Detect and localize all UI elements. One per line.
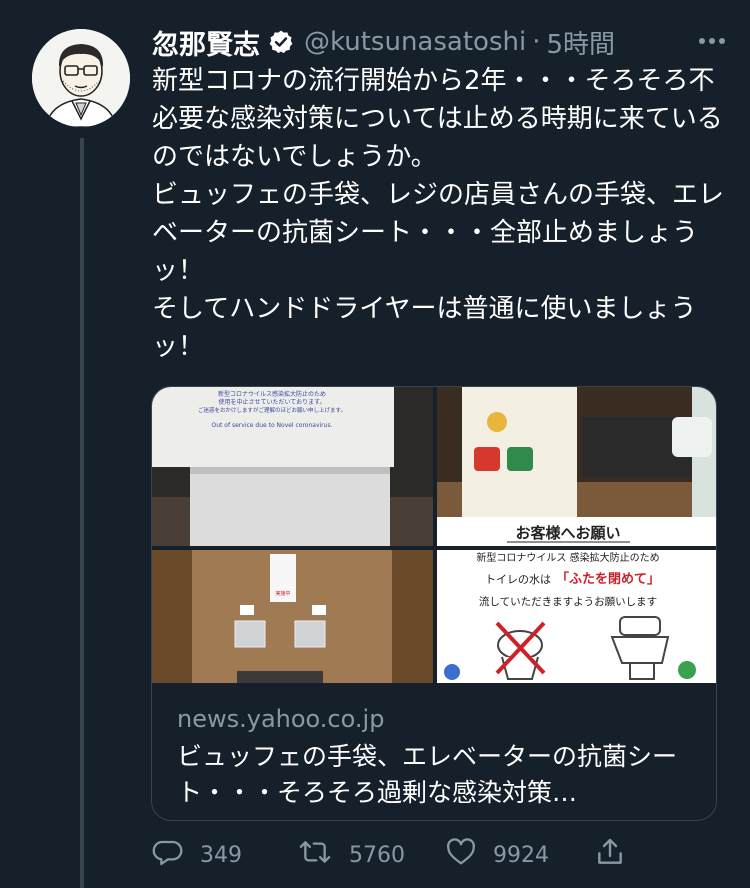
reply-count: 349 <box>200 842 242 868</box>
card-title: ビュッフェの手袋、エレベーターの抗菌シート・・・そろそろ過剰な感染対策… <box>177 742 678 807</box>
sign-line-2b: 「ふたを閉めて」 <box>556 571 660 587</box>
separator-dot: · <box>532 27 541 57</box>
notice-line-1: 新型コロナウイルス感染拡大防止のため <box>218 390 326 398</box>
tweet-header: 忽那賢志 @kutsunasatoshi · 5時間 <box>152 20 732 64</box>
handle[interactable]: @kutsunasatoshi <box>304 27 526 57</box>
notice-line-3: ご迷惑をおかけしますがご理解のほどお願い申し上げます。 <box>198 406 346 414</box>
retweet-icon <box>297 836 349 874</box>
tweet-text: 新型コロナの流行開始から2年・・・そろそろ不必要な感染対策については止める時期に… <box>152 66 725 362</box>
like-icon <box>445 836 493 874</box>
retweet-button[interactable]: 5760 <box>297 836 405 874</box>
display-name[interactable]: 忽那賢志 <box>152 23 260 62</box>
share-icon <box>594 836 642 874</box>
tweet-actions: 349 5760 9924 <box>152 836 652 876</box>
share-button[interactable] <box>594 836 642 874</box>
timestamp[interactable]: 5時間 <box>546 24 615 61</box>
avatar[interactable] <box>32 29 130 127</box>
like-count: 9924 <box>493 842 549 868</box>
reply-button[interactable]: 349 <box>152 836 242 874</box>
avatar-illustration <box>32 29 130 127</box>
verified-badge-icon <box>268 29 294 55</box>
link-card[interactable]: 新型コロナウイルス感染拡大防止のため 使用を中止させていただいております。 ご迷… <box>151 386 717 821</box>
reply-icon <box>152 836 200 874</box>
thread-line <box>80 138 84 888</box>
sign-line-3: 流していただきますようお願いします <box>479 595 657 608</box>
notice-line-2: 使用を中止させていただいております。 <box>218 398 325 406</box>
elevator-label: 実施中 <box>275 590 290 597</box>
card-image: 新型コロナウイルス感染拡大防止のため 使用を中止させていただいております。 ご迷… <box>152 387 716 683</box>
more-icon[interactable] <box>692 26 732 56</box>
notice-english: Out of service due to Novel coronavirus. <box>212 422 333 429</box>
sign-line-2a: トイレの水は <box>485 573 551 586</box>
like-button[interactable]: 9924 <box>445 836 549 874</box>
retweet-count: 5760 <box>349 842 405 868</box>
sign-title: お客様へお願い <box>515 524 620 542</box>
card-domain: news.yahoo.co.jp <box>177 705 385 733</box>
sign-line-1: 新型コロナウイルス 感染拡大防止のため <box>476 551 659 564</box>
